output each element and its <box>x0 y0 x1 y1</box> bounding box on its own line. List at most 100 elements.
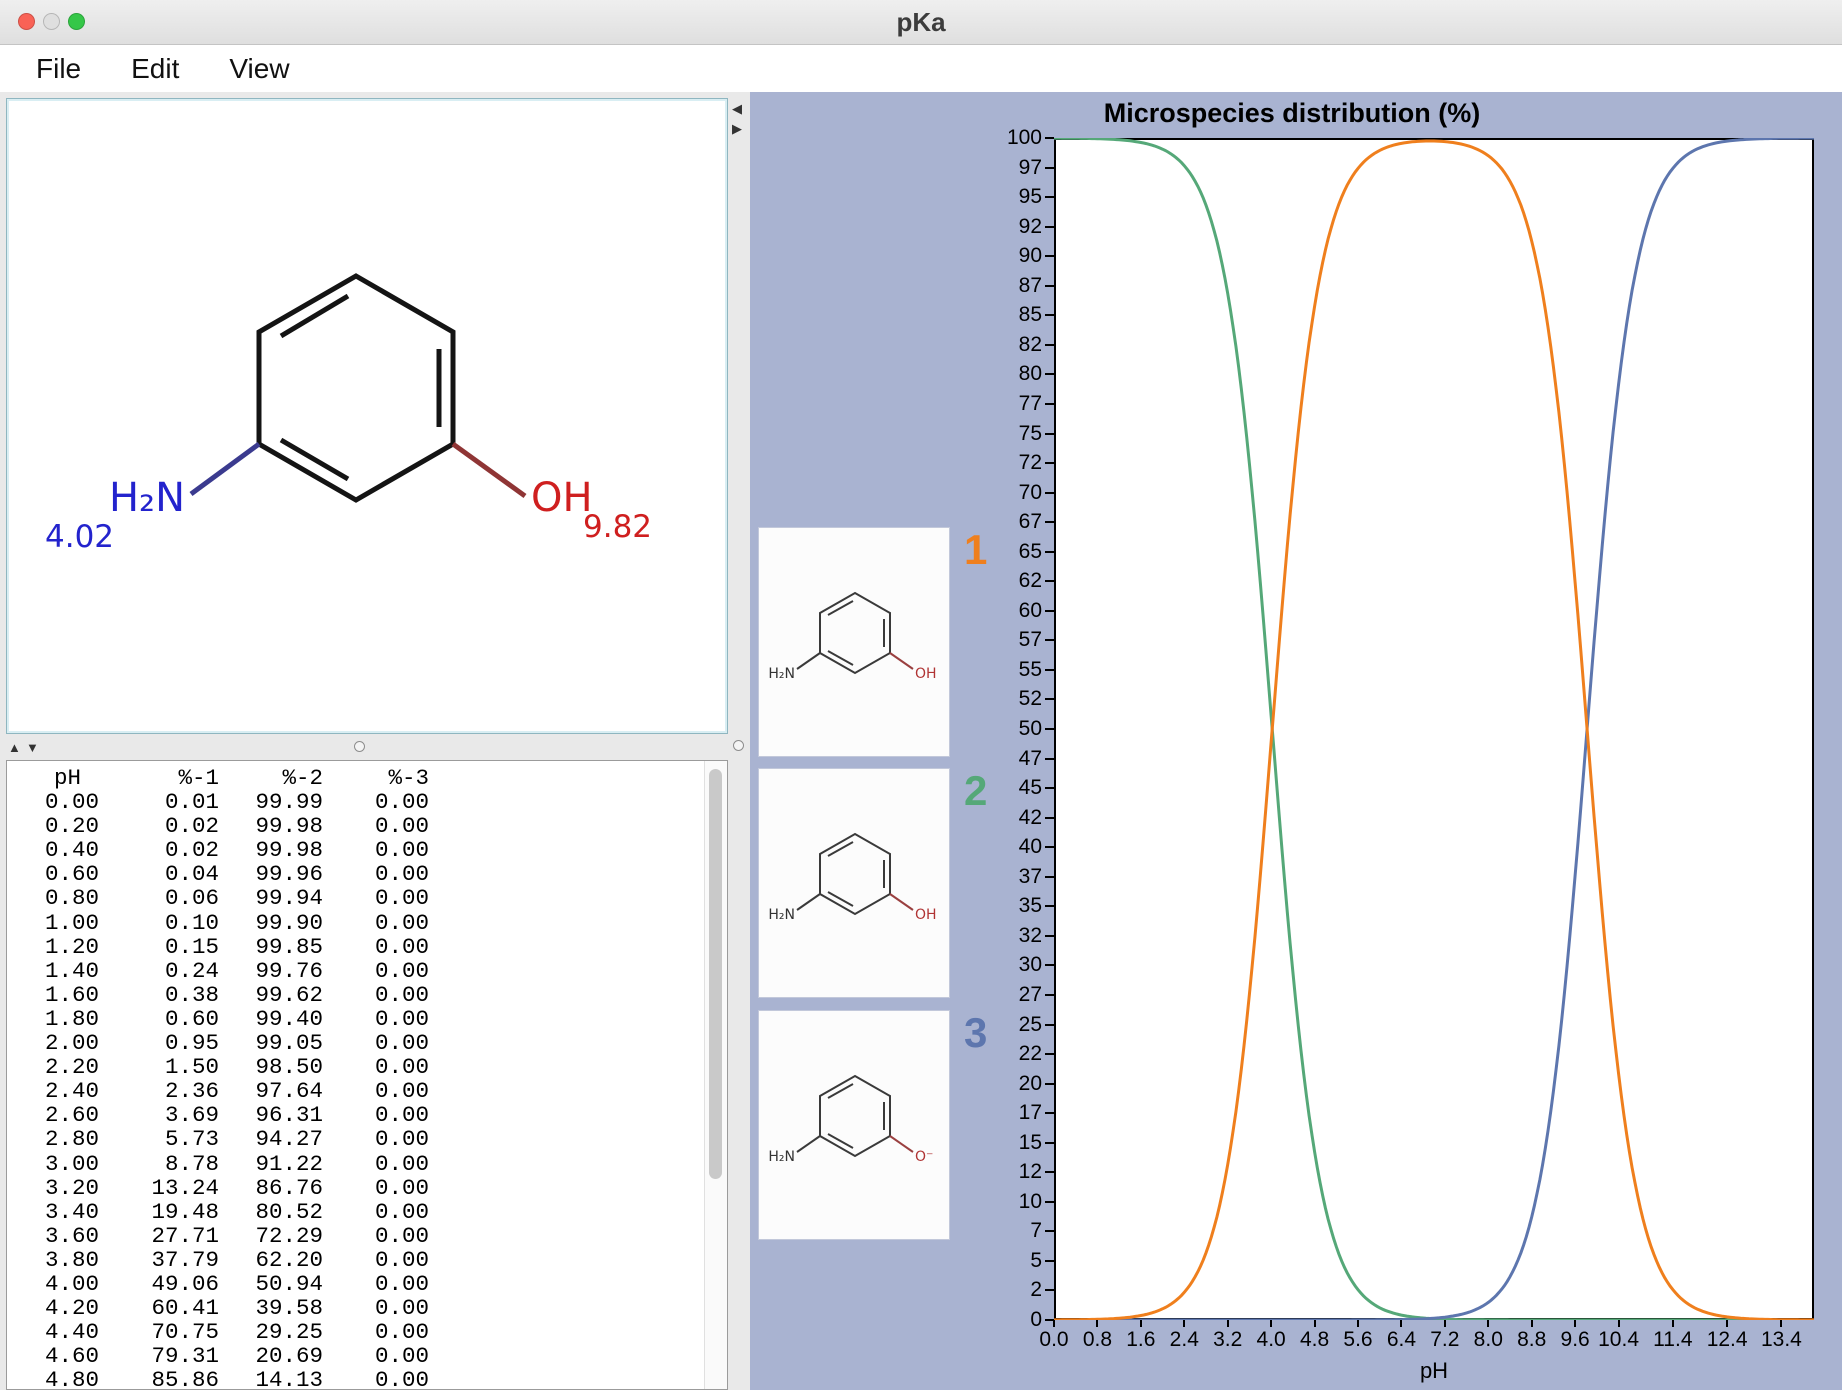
table-cell: 27.71 <box>99 1223 219 1247</box>
table-cell: 99.62 <box>219 982 323 1006</box>
table-cell: 0.00 <box>323 1054 429 1078</box>
split-divider-vertical[interactable]: ◀ ▶ <box>728 92 750 1390</box>
table-cell: 96.31 <box>219 1102 323 1126</box>
x-tick-label: 12.4 <box>1707 1328 1748 1352</box>
table-cell: 2.60 <box>7 1102 99 1126</box>
collapse-up-icon[interactable]: ▲ <box>8 741 21 754</box>
x-tick-mark <box>1672 1320 1674 1327</box>
scrollbar-thumb[interactable] <box>709 769 722 1179</box>
y-tick-mark <box>1045 905 1054 907</box>
x-axis-label: pH <box>1420 1358 1448 1384</box>
table-cell: 80.52 <box>219 1199 323 1223</box>
x-tick-label: 2.4 <box>1170 1328 1199 1352</box>
y-tick-mark <box>1045 255 1054 257</box>
hydroxyl-bond <box>453 444 525 496</box>
plot-area <box>1054 138 1814 1320</box>
y-tick-label: 60 <box>750 600 1042 622</box>
table-cell: 13.24 <box>99 1175 219 1199</box>
y-tick-label: 32 <box>750 925 1042 947</box>
collapse-right-icon[interactable]: ▶ <box>732 122 742 135</box>
table-cell: 0.00 <box>7 789 99 813</box>
table-cell: 79.31 <box>99 1343 219 1367</box>
amine-label: H₂N <box>109 475 185 521</box>
table-cell: 3.60 <box>7 1223 99 1247</box>
amine-pka-label: 4.02 <box>45 519 114 555</box>
y-tick-label: 50 <box>750 718 1042 740</box>
y-tick-label: 10 <box>750 1191 1042 1213</box>
table-cell: 0.00 <box>323 1030 429 1054</box>
table-cell: 20.69 <box>219 1343 323 1367</box>
y-tick-mark <box>1045 728 1054 730</box>
y-tick-label: 5 <box>750 1250 1042 1272</box>
plot-background <box>1055 139 1813 1319</box>
table-cell: 97.64 <box>219 1078 323 1102</box>
y-tick-mark <box>1045 167 1054 169</box>
table-cell: 0.00 <box>323 1126 429 1150</box>
y-tick-label: 35 <box>750 895 1042 917</box>
y-tick-label: 37 <box>750 866 1042 888</box>
table-cell: 4.40 <box>7 1319 99 1343</box>
table-cell: 3.69 <box>99 1102 219 1126</box>
table-cell: 8.78 <box>99 1151 219 1175</box>
x-tick-label: 1.6 <box>1126 1328 1155 1352</box>
menu-edit[interactable]: Edit <box>117 53 193 85</box>
y-tick-label: 42 <box>750 807 1042 829</box>
table-cell: 0.00 <box>323 1295 429 1319</box>
collapse-left-icon[interactable]: ◀ <box>732 102 742 115</box>
y-tick-mark <box>1045 344 1054 346</box>
table-cell: 0.00 <box>323 1343 429 1367</box>
x-tick-mark <box>1227 1320 1229 1327</box>
table-header-cell: pH <box>7 765 99 789</box>
table-cell: 1.60 <box>7 982 99 1006</box>
y-tick-label: 82 <box>750 334 1042 356</box>
x-tick-mark <box>1618 1320 1620 1327</box>
y-tick-label: 95 <box>750 186 1042 208</box>
x-tick-mark <box>1183 1320 1185 1327</box>
y-tick-label: 15 <box>750 1132 1042 1154</box>
table-scrollbar[interactable] <box>704 761 727 1389</box>
table-cell: 99.76 <box>219 958 323 982</box>
y-tick-mark <box>1045 1289 1054 1291</box>
double-bond <box>281 440 348 479</box>
y-tick-label: 47 <box>750 748 1042 770</box>
menu-view[interactable]: View <box>215 53 303 85</box>
x-tick-mark <box>1053 1320 1055 1327</box>
table-cell: 2.20 <box>7 1054 99 1078</box>
menu-file[interactable]: File <box>22 53 95 85</box>
table-cell: 0.00 <box>323 1102 429 1126</box>
y-tick-label: 67 <box>750 511 1042 533</box>
table-cell: 1.40 <box>7 958 99 982</box>
y-tick-label: 7 <box>750 1220 1042 1242</box>
menubar: File Edit View <box>0 45 1842 92</box>
divider-handle[interactable] <box>733 740 744 751</box>
table-cell: 14.13 <box>219 1367 323 1390</box>
table-cell: 0.40 <box>7 837 99 861</box>
table-cell: 0.00 <box>323 910 429 934</box>
y-tick-mark <box>1045 196 1054 198</box>
y-tick-mark <box>1045 314 1054 316</box>
x-tick-mark <box>1726 1320 1728 1327</box>
split-divider-horizontal[interactable]: ▲ ▼ <box>0 734 728 760</box>
x-tick-mark <box>1400 1320 1402 1327</box>
divider-handle[interactable] <box>354 741 365 752</box>
x-tick-label: 8.8 <box>1517 1328 1546 1352</box>
y-tick-mark <box>1045 1260 1054 1262</box>
table-cell: 0.00 <box>323 1078 429 1102</box>
table-cell: 0.00 <box>323 1223 429 1247</box>
y-tick-label: 40 <box>750 836 1042 858</box>
y-tick-label: 77 <box>750 393 1042 415</box>
y-tick-label: 72 <box>750 452 1042 474</box>
y-tick-mark <box>1045 226 1054 228</box>
y-tick-mark <box>1045 492 1054 494</box>
table-cell: 3.00 <box>7 1151 99 1175</box>
table-cell: 99.98 <box>219 813 323 837</box>
table-cell: 0.38 <box>99 982 219 1006</box>
benzene-ring <box>259 276 453 500</box>
table-cell: 0.00 <box>323 813 429 837</box>
table-cell: 0.06 <box>99 885 219 909</box>
table-cell: 4.00 <box>7 1271 99 1295</box>
table-cell: 70.75 <box>99 1319 219 1343</box>
collapse-down-icon[interactable]: ▼ <box>26 741 39 754</box>
table-cell: 0.95 <box>99 1030 219 1054</box>
y-tick-mark <box>1045 373 1054 375</box>
